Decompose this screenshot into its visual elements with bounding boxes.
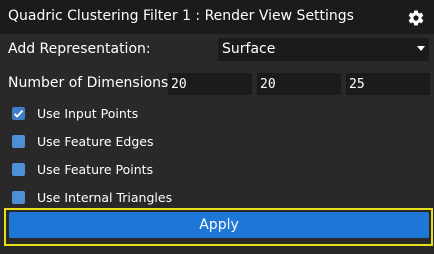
gear-icon[interactable] — [405, 7, 427, 29]
dimension-y-input[interactable] — [257, 73, 341, 95]
use-input-points-label: Use Input Points — [37, 105, 139, 121]
use-feature-points-option[interactable]: Use Feature Points — [12, 160, 153, 178]
apply-button[interactable]: Apply — [9, 212, 429, 238]
number-of-dimensions-label: Number of Dimensions : — [8, 75, 178, 91]
dimension-z-input[interactable] — [346, 73, 430, 95]
chevron-down-icon — [417, 46, 425, 51]
use-input-points-option[interactable]: Use Input Points — [12, 104, 138, 122]
use-internal-triangles-checkbox[interactable] — [12, 190, 25, 204]
representation-value: Surface — [222, 41, 276, 57]
representation-dropdown[interactable]: Surface — [218, 38, 429, 61]
panel-title: Quadric Clustering Filter 1 : Render Vie… — [8, 8, 354, 24]
use-feature-points-checkbox[interactable] — [12, 162, 25, 176]
use-internal-triangles-option[interactable]: Use Internal Triangles — [12, 188, 172, 206]
use-feature-points-label: Use Feature Points — [37, 161, 154, 177]
render-view-settings-panel: Quadric Clustering Filter 1 : Render Vie… — [0, 0, 434, 254]
use-feature-edges-option[interactable]: Use Feature Edges — [12, 132, 154, 150]
use-input-points-checkbox[interactable] — [12, 106, 25, 120]
use-feature-edges-checkbox[interactable] — [12, 134, 25, 148]
add-representation-label: Add Representation: — [8, 41, 151, 57]
dimension-x-input[interactable] — [168, 73, 252, 95]
title-bar: Quadric Clustering Filter 1 : Render Vie… — [0, 0, 434, 34]
use-internal-triangles-label: Use Internal Triangles — [37, 189, 173, 205]
use-feature-edges-label: Use Feature Edges — [37, 133, 154, 149]
